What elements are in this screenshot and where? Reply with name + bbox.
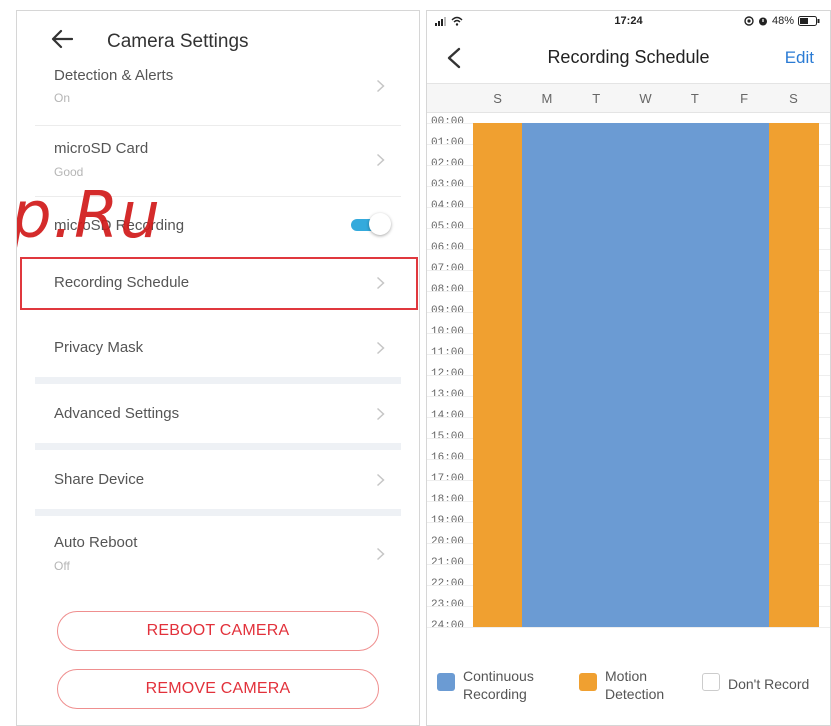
legend-label-continuous: Continuous Recording bbox=[463, 668, 534, 702]
hour-label: 10:00 bbox=[431, 326, 465, 338]
row-label: Advanced Settings bbox=[54, 405, 180, 422]
hour-label: 07:00 bbox=[431, 263, 465, 275]
legend-swatch-none bbox=[702, 673, 720, 691]
weekday-label: W bbox=[639, 91, 652, 106]
hour-label: 08:00 bbox=[431, 284, 465, 296]
section-separator bbox=[35, 443, 401, 450]
chevron-right-icon bbox=[376, 153, 385, 167]
legend-continuous: Continuous Recording bbox=[437, 667, 534, 703]
weekday-label: S bbox=[493, 91, 502, 106]
legend-label-none: Don't Record bbox=[728, 676, 810, 692]
hour-label: 02:00 bbox=[431, 158, 465, 170]
hour-label: 12:00 bbox=[431, 368, 465, 380]
chevron-right-icon bbox=[376, 473, 385, 487]
hour-label: 05:00 bbox=[431, 221, 465, 233]
weekday-label: F bbox=[740, 91, 749, 106]
section-separator bbox=[35, 509, 401, 516]
back-arrow-icon[interactable] bbox=[51, 29, 73, 49]
battery-percent: 48% bbox=[771, 15, 794, 27]
hour-label: 06:00 bbox=[431, 242, 465, 254]
hour-label: 23:00 bbox=[431, 599, 465, 611]
settings-row-privacy-mask[interactable]: Privacy Mask bbox=[17, 319, 419, 375]
row-status: Off bbox=[54, 559, 70, 573]
nav-bar: Recording Schedule Edit bbox=[427, 35, 830, 79]
schedule-day-column[interactable] bbox=[719, 123, 770, 627]
schedule-grid: 00:00 01:00 02:00 03:00 04:00 05:00 06:00 07:00… bbox=[427, 116, 830, 632]
schedule-day-column[interactable] bbox=[522, 123, 573, 627]
camera-settings-header: Camera Settings bbox=[17, 11, 419, 63]
battery-icon bbox=[798, 16, 820, 26]
status-bar: 17:24 48% bbox=[427, 11, 830, 31]
legend-swatch-motion bbox=[579, 673, 597, 691]
schedule-day-column[interactable] bbox=[768, 123, 819, 627]
recording-schedule-panel: 17:24 48% Recording Schedule Edit S M T W T F… bbox=[426, 10, 831, 726]
hour-label: 01:00 bbox=[431, 137, 465, 149]
camera-settings-panel: Camera Settings Detection & Alerts On mi… bbox=[16, 10, 420, 726]
toggle-knob bbox=[369, 213, 391, 235]
settings-row-detection-alerts[interactable]: Detection & Alerts On bbox=[17, 63, 419, 125]
hour-label: 14:00 bbox=[431, 410, 465, 422]
page-title: Recording Schedule bbox=[547, 47, 710, 67]
schedule-day-column[interactable] bbox=[473, 123, 523, 627]
microsd-recording-toggle[interactable] bbox=[349, 213, 391, 235]
reboot-camera-button[interactable]: REBOOT CAMERA bbox=[57, 611, 379, 651]
section-separator bbox=[35, 377, 401, 384]
legend: Continuous Recording Motion Detection Don'… bbox=[427, 661, 830, 703]
status-right: 48% bbox=[744, 15, 820, 27]
settings-row-share-device[interactable]: Share Device bbox=[17, 451, 419, 507]
hour-label: 16:00 bbox=[431, 452, 465, 464]
row-status: Good bbox=[54, 165, 84, 179]
hour-label: 11:00 bbox=[431, 347, 465, 359]
legend-label-motion: Motion Detection bbox=[605, 668, 665, 702]
chevron-right-icon bbox=[376, 547, 385, 561]
chevron-right-icon bbox=[376, 79, 385, 93]
schedule-day-column[interactable] bbox=[571, 123, 622, 627]
hour-label: 22:00 bbox=[431, 578, 465, 590]
row-label: Auto Reboot bbox=[54, 534, 138, 551]
legend-none: Don't Record bbox=[702, 667, 809, 693]
chevron-right-icon bbox=[376, 341, 385, 355]
settings-row-advanced-settings[interactable]: Advanced Settings bbox=[17, 385, 419, 441]
hour-label: 15:00 bbox=[431, 431, 465, 443]
settings-row-auto-reboot[interactable]: Auto Reboot Off bbox=[17, 517, 419, 587]
hour-label: 13:00 bbox=[431, 389, 465, 401]
location-icon bbox=[744, 16, 754, 26]
row-label: microSD Recording bbox=[54, 217, 185, 234]
hour-label: 04:00 bbox=[431, 200, 465, 212]
page-title: Camera Settings bbox=[107, 31, 249, 52]
alarm-icon bbox=[758, 17, 767, 26]
weekday-label: T bbox=[690, 91, 699, 106]
row-label: microSD Card bbox=[54, 140, 149, 157]
hour-label: 19:00 bbox=[431, 515, 465, 527]
hour-label: 24:00 bbox=[431, 620, 465, 632]
settings-row-recording-schedule[interactable]: Recording Schedule bbox=[17, 259, 419, 309]
hour-label: 00:00 bbox=[431, 116, 465, 128]
schedule-day-column[interactable] bbox=[620, 123, 671, 627]
legend-motion: Motion Detection bbox=[579, 667, 664, 703]
row-label: Detection & Alerts bbox=[54, 67, 174, 84]
hour-label: 09:00 bbox=[431, 305, 465, 317]
hour-gridline bbox=[427, 627, 830, 628]
legend-swatch-continuous bbox=[437, 673, 455, 691]
weekday-label: M bbox=[541, 91, 553, 106]
weekday-label: T bbox=[592, 91, 601, 106]
weekday-header: SMTWTFS bbox=[427, 83, 830, 113]
hour-label: 20:00 bbox=[431, 536, 465, 548]
row-status: On bbox=[54, 91, 71, 105]
hour-label: 17:00 bbox=[431, 473, 465, 485]
chevron-right-icon bbox=[376, 407, 385, 421]
hour-label: 18:00 bbox=[431, 494, 465, 506]
hour-label: 21:00 bbox=[431, 557, 465, 569]
remove-camera-button[interactable]: REMOVE CAMERA bbox=[57, 669, 379, 709]
settings-row-microsd-card[interactable]: microSD Card Good bbox=[17, 126, 419, 196]
weekday-label: S bbox=[789, 91, 798, 106]
row-label: Share Device bbox=[54, 471, 145, 488]
row-label: Privacy Mask bbox=[54, 339, 144, 356]
chevron-right-icon bbox=[376, 276, 385, 290]
row-label: Recording Schedule bbox=[54, 274, 190, 291]
hour-label: 03:00 bbox=[431, 179, 465, 191]
schedule-day-column[interactable] bbox=[670, 123, 721, 627]
edit-button[interactable]: Edit bbox=[785, 48, 814, 68]
